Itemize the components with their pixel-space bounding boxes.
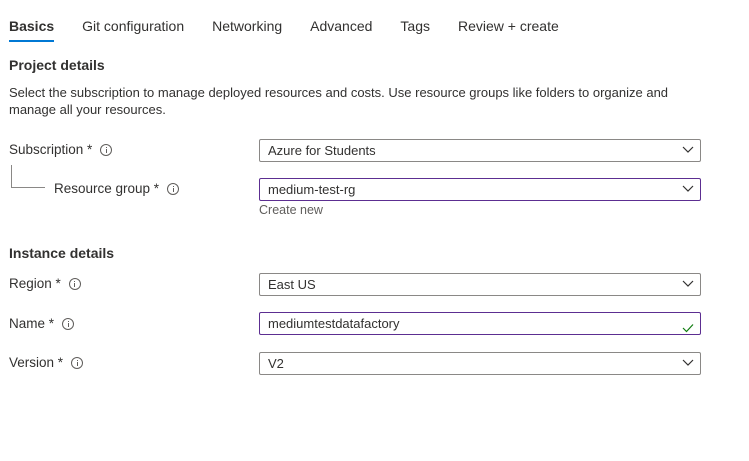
version-label: Version *	[9, 355, 64, 370]
region-value: East US	[268, 277, 316, 292]
resource-group-label: Resource group *	[54, 181, 160, 196]
info-icon[interactable]	[68, 277, 81, 290]
resource-group-dropdown[interactable]: medium-test-rg	[259, 178, 701, 201]
chevron-down-icon	[682, 145, 694, 155]
version-value: V2	[268, 356, 284, 371]
region-dropdown[interactable]: East US	[259, 273, 701, 296]
version-dropdown[interactable]: V2	[259, 352, 701, 375]
tab-tags[interactable]: Tags	[400, 0, 430, 46]
info-icon[interactable]	[167, 182, 180, 195]
tab-review-create[interactable]: Review + create	[458, 0, 559, 46]
name-value: mediumtestdatafactory	[268, 316, 400, 331]
project-details-heading: Project details	[9, 57, 105, 73]
instance-details-heading: Instance details	[9, 245, 115, 261]
name-input[interactable]: mediumtestdatafactory	[259, 312, 701, 335]
version-label-row: Version *	[9, 355, 84, 370]
project-details-description: Select the subscription to manage deploy…	[9, 85, 669, 117]
info-icon[interactable]	[100, 143, 113, 156]
subscription-dropdown[interactable]: Azure for Students	[259, 139, 701, 162]
info-icon[interactable]	[62, 317, 75, 330]
info-icon[interactable]	[71, 356, 84, 369]
checkmark-icon	[682, 318, 694, 339]
tab-bar: Basics Git configuration Networking Adva…	[9, 0, 587, 46]
name-label-row: Name *	[9, 316, 75, 331]
chevron-down-icon	[682, 184, 694, 194]
create-new-link[interactable]: Create new	[259, 203, 323, 217]
resource-group-label-row: Resource group *	[54, 181, 180, 196]
resource-group-value: medium-test-rg	[268, 182, 356, 197]
region-label: Region *	[9, 276, 61, 291]
subscription-label: Subscription *	[9, 142, 93, 157]
tab-advanced[interactable]: Advanced	[310, 0, 372, 46]
chevron-down-icon	[682, 358, 694, 368]
subscription-label-row: Subscription *	[9, 142, 113, 157]
chevron-down-icon	[682, 279, 694, 289]
region-label-row: Region *	[9, 276, 81, 291]
name-label: Name *	[9, 316, 55, 331]
tab-git-configuration[interactable]: Git configuration	[82, 0, 184, 46]
subscription-value: Azure for Students	[268, 143, 376, 158]
tab-networking[interactable]: Networking	[212, 0, 282, 46]
tab-basics[interactable]: Basics	[9, 0, 55, 46]
tree-connector	[11, 165, 45, 188]
